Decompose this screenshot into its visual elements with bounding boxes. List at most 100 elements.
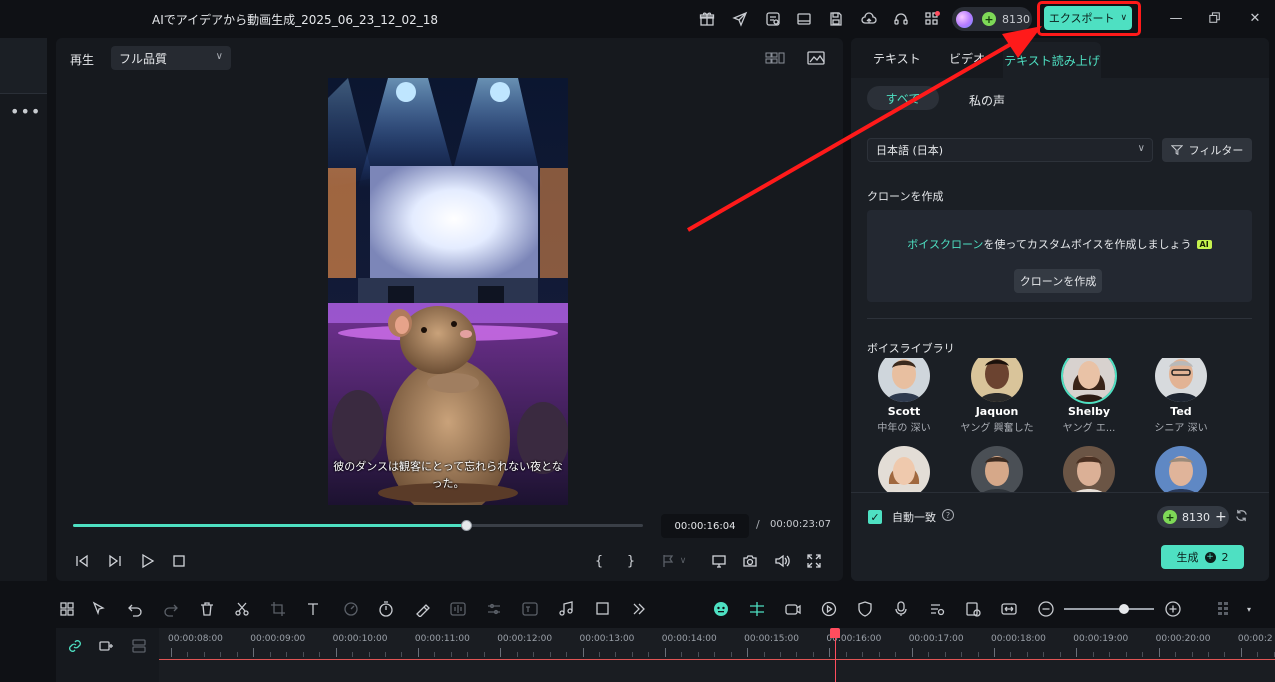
create-clone-button[interactable]: クローンを作成 xyxy=(1014,269,1102,293)
video-frame[interactable]: 彼のダンスは観客にとって忘れられない夜となった。 xyxy=(328,78,568,505)
current-time[interactable]: 00:00:16:04 xyxy=(661,514,749,538)
grid-view-icon[interactable] xyxy=(765,50,785,66)
tab-video[interactable]: ビデオ xyxy=(949,50,985,67)
gift-icon[interactable] xyxy=(697,9,717,29)
link-icon[interactable] xyxy=(66,637,84,655)
crop-icon[interactable] xyxy=(269,600,287,618)
progress-handle[interactable] xyxy=(461,520,473,531)
shield-icon[interactable] xyxy=(856,600,874,618)
add-track-icon[interactable] xyxy=(98,637,116,655)
text-ai-icon[interactable] xyxy=(521,600,539,618)
music-icon[interactable] xyxy=(557,600,575,618)
display-icon[interactable] xyxy=(709,551,729,571)
voice-card[interactable] xyxy=(1049,446,1129,492)
zoom-in-icon[interactable] xyxy=(1164,600,1182,618)
headset-icon[interactable] xyxy=(891,9,911,29)
send-icon[interactable] xyxy=(730,9,750,29)
voice-description: ヤング エ... xyxy=(1062,423,1116,434)
zoom-slider[interactable] xyxy=(1064,604,1154,614)
zoom-handle[interactable] xyxy=(1119,604,1130,614)
voice-card[interactable] xyxy=(957,446,1037,492)
layout-grid-icon[interactable] xyxy=(58,600,76,618)
save-icon[interactable] xyxy=(826,9,846,29)
voice-card-jaquon[interactable]: Jaquon ヤング 興奮した xyxy=(957,358,1037,434)
mic-icon[interactable] xyxy=(892,600,910,618)
more-options-icon[interactable]: ••• xyxy=(10,102,41,121)
task-list-icon[interactable] xyxy=(763,9,783,29)
playhead[interactable] xyxy=(835,632,837,682)
mark-in-icon[interactable]: { xyxy=(589,551,609,571)
refresh-icon[interactable] xyxy=(1235,509,1248,525)
add-credits-icon[interactable]: + xyxy=(1215,509,1227,525)
snapshot-icon[interactable] xyxy=(740,551,760,571)
voice-clone-link[interactable]: ボイスクローン xyxy=(907,238,983,251)
apps-grid-icon[interactable] xyxy=(922,9,942,29)
generate-button[interactable]: 生成 + 2 xyxy=(1161,545,1244,569)
split-icon[interactable] xyxy=(748,600,766,618)
prev-frame-icon[interactable] xyxy=(72,551,92,571)
mark-out-icon[interactable]: } xyxy=(621,551,641,571)
shape-icon[interactable] xyxy=(594,600,612,618)
timer-icon[interactable] xyxy=(377,600,395,618)
fullscreen-icon[interactable] xyxy=(804,551,824,571)
ruler-area[interactable]: 00:00:08:00 00:00:09:00 00:00:10:00 00:00:1… xyxy=(159,628,1275,682)
zoom-out-icon[interactable] xyxy=(1037,600,1055,618)
caption-icon[interactable] xyxy=(928,600,946,618)
filter-chip-my-voice[interactable]: 私の声 xyxy=(969,92,1005,109)
layout-icon[interactable] xyxy=(794,9,814,29)
restore-icon[interactable] xyxy=(1207,10,1223,26)
voice-card-shelby[interactable]: Shelby ヤング エ... xyxy=(1049,358,1129,434)
stop-icon[interactable] xyxy=(169,551,189,571)
minimize-icon[interactable]: — xyxy=(1168,10,1184,26)
select-icon[interactable] xyxy=(90,600,108,618)
volume-icon[interactable] xyxy=(772,551,792,571)
marker-flag-icon[interactable]: ∨ xyxy=(653,551,693,571)
delete-icon[interactable] xyxy=(198,600,216,618)
language-select[interactable]: 日本語 (日本) ∨ xyxy=(867,138,1153,162)
next-frame-icon[interactable] xyxy=(105,551,125,571)
clip-icon[interactable] xyxy=(964,600,982,618)
credits-pill[interactable]: + 8130 + xyxy=(1157,506,1229,528)
audio-wave-icon[interactable] xyxy=(449,600,467,618)
color-icon[interactable] xyxy=(413,600,431,618)
voice-card-ted[interactable]: Ted シニア 深い xyxy=(1141,358,1221,434)
properties-panel: テキスト ビデオ テキスト読み上げ すべて 私の声 日本語 (日本) ∨ フィル… xyxy=(851,38,1269,581)
grid-menu-icon[interactable] xyxy=(1214,600,1232,618)
avatar[interactable] xyxy=(956,10,973,28)
close-icon[interactable]: ✕ xyxy=(1247,10,1263,26)
track-layout-icon[interactable] xyxy=(130,637,148,655)
help-icon[interactable]: ? xyxy=(942,509,954,521)
playback-progress[interactable] xyxy=(73,520,643,531)
panel-footer: ✓ 自動一致 ? + 8130 + 生成 + 2 xyxy=(851,492,1269,581)
cut-icon[interactable] xyxy=(233,600,251,618)
clone-description: ボイスクローンを使ってカスタムボイスを作成しましょう AI xyxy=(867,236,1252,252)
tab-text-to-speech[interactable]: テキスト読み上げ xyxy=(1003,42,1101,78)
adjust-icon[interactable] xyxy=(485,600,503,618)
voice-card[interactable] xyxy=(1141,446,1221,492)
quality-select[interactable]: フル品質 ∨ xyxy=(111,46,231,70)
speed-icon[interactable] xyxy=(342,600,360,618)
credits-pill[interactable]: + 8130 xyxy=(952,7,1032,31)
image-quality-icon[interactable] xyxy=(806,50,826,66)
ruler-minor-tick xyxy=(203,652,205,657)
auto-match-checkbox[interactable]: ✓ xyxy=(868,510,882,524)
clone-description-text: を使ってカスタムボイスを作成しましょう xyxy=(983,238,1192,251)
redo-icon[interactable] xyxy=(162,600,180,618)
ai-face-icon[interactable] xyxy=(712,600,730,618)
play-circle-icon[interactable] xyxy=(820,600,838,618)
ruler-minor-tick xyxy=(549,652,551,657)
chevron-down-icon[interactable]: ▾ xyxy=(1240,600,1258,618)
filter-button[interactable]: フィルター xyxy=(1162,138,1252,162)
undo-icon[interactable] xyxy=(126,600,144,618)
voice-card-scott[interactable]: Scott 中年の 深い xyxy=(867,358,944,434)
camera-ai-icon[interactable] xyxy=(784,600,802,618)
play-icon[interactable] xyxy=(137,551,157,571)
more-icon[interactable] xyxy=(630,600,648,618)
voice-card[interactable] xyxy=(867,446,944,492)
text-icon[interactable] xyxy=(305,600,323,618)
tab-text[interactable]: テキスト xyxy=(873,50,921,67)
fit-icon[interactable] xyxy=(1000,600,1018,618)
cloud-upload-icon[interactable] xyxy=(859,9,879,29)
filter-chip-all[interactable]: すべて xyxy=(867,86,939,110)
ruler-minor-tick xyxy=(631,652,633,657)
